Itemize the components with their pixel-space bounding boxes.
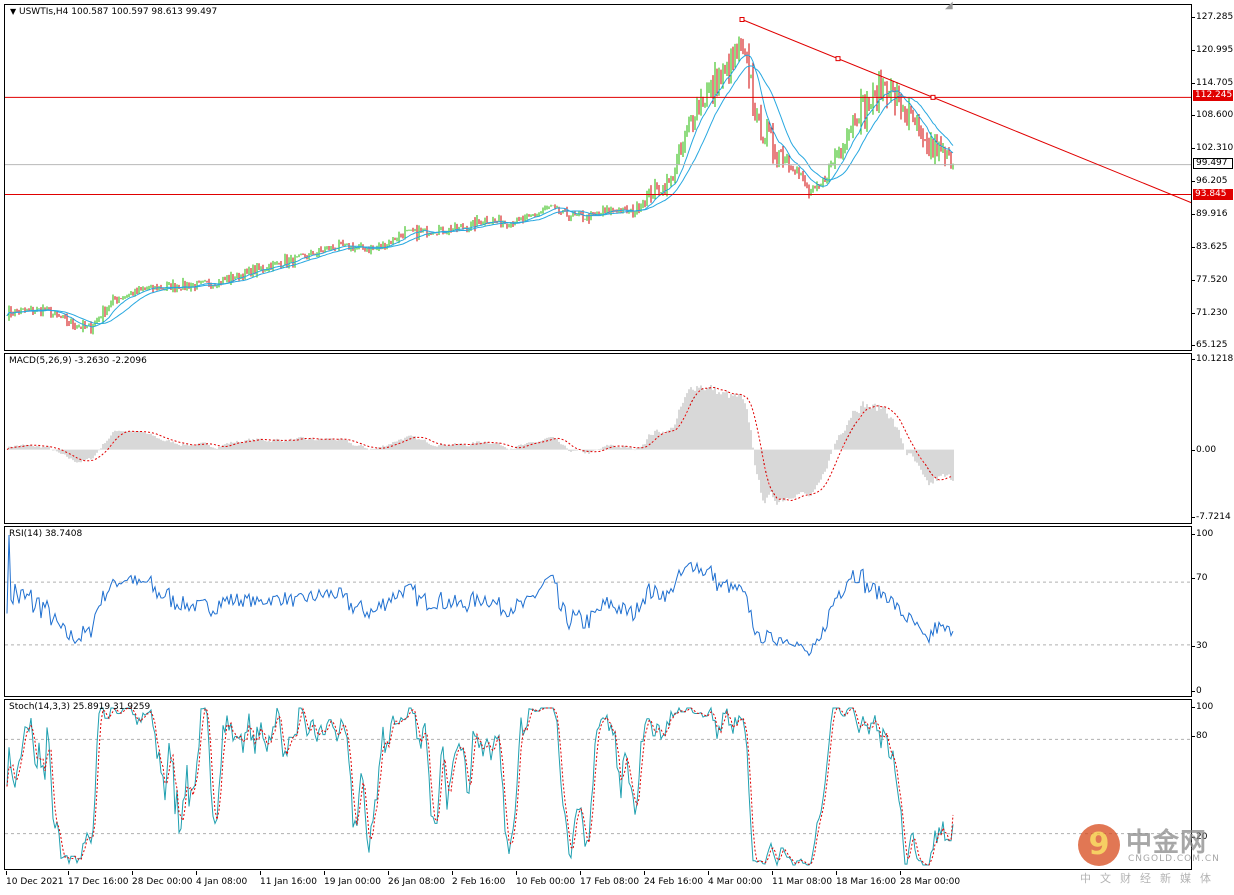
price-scale[interactable]: 127.285 120.995 114.705 108.600 102.310 … (1192, 4, 1234, 351)
macd-tick: 10.1218 (1196, 354, 1234, 364)
time-tick: 24 Feb 16:00 (644, 877, 704, 887)
price-chart-svg (5, 17, 1191, 335)
trend-line (741, 19, 1191, 204)
price-tick: 114.705 (1196, 78, 1234, 88)
stoch-svg (5, 706, 1191, 867)
rsi-scale[interactable]: 100 70 30 0 (1192, 526, 1234, 697)
window-corner-icon: ◢ (945, 0, 953, 11)
price-tick: 127.285 (1196, 12, 1234, 22)
stoch-label: Stoch(14,3,3) 25.8919 31.9259 (9, 702, 151, 712)
time-tick: 10 Feb 00:00 (516, 877, 576, 887)
macd-tick: -7.7214 (1196, 512, 1231, 522)
symbol-info: USWTIs,H4 100.587 100.597 98.613 99.497 (19, 7, 218, 17)
rsi-tick: 0 (1196, 686, 1202, 696)
stoch-signal-line (6, 707, 954, 866)
price-tick: 71.230 (1196, 308, 1228, 318)
macd-tick: 0.00 (1196, 445, 1217, 455)
macd-scale[interactable]: 10.1218 0.00 -7.7214 (1192, 353, 1234, 524)
stoch-tick: 100 (1196, 702, 1214, 712)
logo-subtitle: 中文财经新媒体 (1080, 872, 1220, 885)
trendline-anchor-point (739, 17, 745, 23)
stoch-main-line (6, 706, 954, 867)
stoch-tick: 80 (1196, 731, 1208, 741)
rsi-svg (5, 534, 1191, 657)
rsi-line (6, 534, 954, 657)
price-tick: 77.520 (1196, 275, 1228, 285)
time-tick: 11 Jan 16:00 (260, 877, 317, 887)
upper-hline-price-tag: 112.245 (1193, 90, 1233, 101)
time-tick: 28 Dec 00:00 (132, 877, 193, 887)
time-tick: 4 Jan 08:00 (196, 877, 248, 887)
cngold-logo: 9 中金网 CNGOLD.COM.CN 中文财经新媒体 (1078, 818, 1228, 888)
time-tick: 28 Mar 00:00 (900, 877, 961, 887)
price-tick: 108.600 (1196, 110, 1234, 120)
current-price-tag: 99.497 (1193, 158, 1233, 169)
rsi-pane[interactable]: RSI(14) 38.7408 (4, 526, 1192, 697)
time-axis[interactable]: 10 Dec 2021 17 Dec 16:00 28 Dec 00:00 4 … (4, 871, 1192, 895)
trendline-anchor-point (930, 94, 936, 100)
time-tick: 19 Jan 00:00 (324, 877, 381, 887)
time-tick: 2 Feb 16:00 (452, 877, 506, 887)
price-tick: 65.125 (1196, 340, 1228, 350)
logo-text-en: CNGOLD.COM.CN (1128, 854, 1220, 864)
cngold-logo-icon: 9 (1078, 824, 1120, 866)
lower-hline-price-tag: 93.845 (1193, 189, 1233, 200)
macd-pane[interactable]: MACD(5,26,9) -3.2630 -2.2096 (4, 353, 1192, 524)
price-tick: 83.625 (1196, 242, 1228, 252)
price-tick: 120.995 (1196, 45, 1234, 55)
macd-label: MACD(5,26,9) -3.2630 -2.2096 (9, 356, 147, 366)
macd-svg (6, 385, 954, 505)
rsi-tick: 30 (1196, 641, 1208, 651)
trendline-anchor-point (835, 56, 841, 62)
rsi-tick: 70 (1196, 573, 1208, 583)
time-tick: 18 Mar 16:00 (836, 877, 897, 887)
time-tick: 26 Jan 08:00 (388, 877, 445, 887)
rsi-label: RSI(14) 38.7408 (9, 529, 83, 539)
price-chart-pane[interactable]: ▼ USWTIs,H4 100.587 100.597 98.613 99.49… (4, 4, 1192, 351)
time-tick: 17 Dec 16:00 (68, 877, 129, 887)
price-tick: 96.205 (1196, 176, 1228, 186)
time-tick: 17 Feb 08:00 (580, 877, 640, 887)
time-tick: 10 Dec 2021 (6, 877, 64, 887)
time-tick: 11 Mar 08:00 (772, 877, 833, 887)
chart-menu-arrow-icon[interactable]: ▼ (10, 7, 16, 16)
rsi-tick: 100 (1196, 529, 1214, 539)
price-tick: 102.310 (1196, 143, 1234, 153)
time-tick: 4 Mar 00:00 (708, 877, 763, 887)
price-tick: 89.916 (1196, 209, 1228, 219)
stoch-pane[interactable]: Stoch(14,3,3) 25.8919 31.9259 (4, 699, 1192, 870)
